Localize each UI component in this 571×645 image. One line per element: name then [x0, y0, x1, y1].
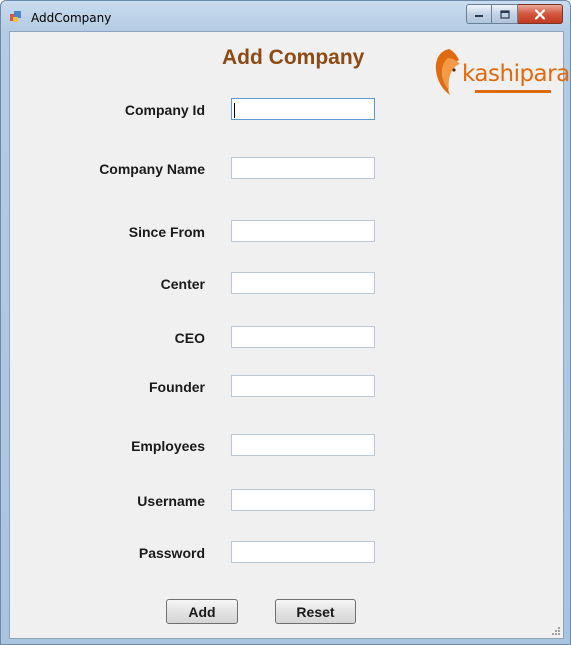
text-caret	[234, 103, 235, 118]
username-label: Username	[137, 493, 205, 509]
company-id-label: Company Id	[124, 102, 205, 118]
logo-text: kashipara	[462, 61, 570, 87]
password-label: Password	[138, 545, 205, 561]
caption-buttons	[466, 4, 563, 24]
logo-underline	[475, 90, 551, 93]
employees-input[interactable]	[231, 434, 375, 456]
since-from-input[interactable]	[231, 220, 375, 242]
ceo-label: CEO	[174, 330, 205, 346]
maximize-icon	[499, 9, 510, 19]
company-name-label: Company Name	[99, 161, 205, 177]
center-label: Center	[160, 276, 205, 292]
close-icon	[534, 8, 546, 20]
window-title: AddCompany	[31, 11, 112, 25]
title-bar[interactable]: AddCompany	[1, 1, 570, 31]
employees-label: Employees	[131, 438, 205, 454]
lion-logo-icon	[435, 49, 460, 95]
company-name-input[interactable]	[231, 157, 375, 179]
app-window-icon	[10, 11, 21, 22]
company-id-input[interactable]	[231, 98, 375, 120]
logo: kashipara	[434, 46, 570, 98]
minimize-icon	[475, 15, 483, 17]
maximize-button[interactable]	[492, 4, 518, 24]
minimize-button[interactable]	[466, 4, 492, 24]
add-button[interactable]: Add	[166, 599, 238, 624]
center-input[interactable]	[231, 272, 375, 294]
founder-input[interactable]	[231, 375, 375, 397]
resize-grip-icon[interactable]	[551, 626, 561, 636]
username-input[interactable]	[231, 489, 375, 511]
founder-label: Founder	[149, 379, 205, 395]
ceo-input[interactable]	[231, 326, 375, 348]
form-heading: Add Company	[222, 46, 365, 69]
add-company-window: AddCompany Add Company kashipara Company…	[0, 0, 571, 645]
password-input[interactable]	[231, 541, 375, 563]
close-button[interactable]	[518, 4, 563, 24]
reset-button[interactable]: Reset	[275, 599, 356, 624]
since-from-label: Since From	[128, 224, 205, 240]
form-area: Add Company kashipara Company Id Company…	[9, 31, 570, 639]
